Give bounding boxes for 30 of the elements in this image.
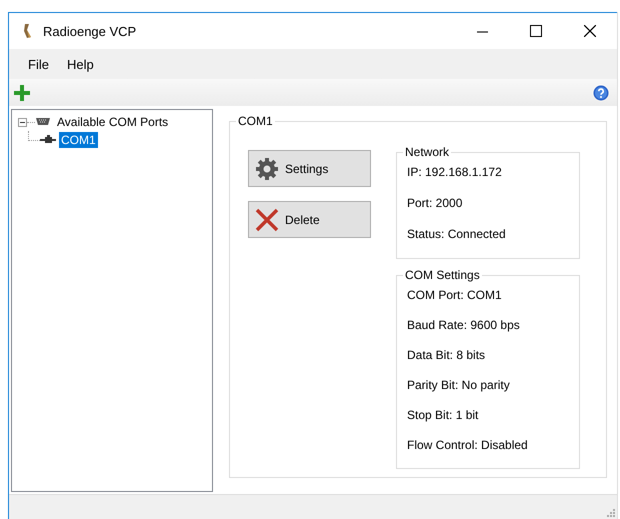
connector-icon	[40, 135, 56, 145]
group-title: COM1	[236, 114, 275, 128]
info-text: Baud Rate: 9600 bps	[407, 317, 521, 334]
collapse-icon[interactable]	[18, 118, 27, 126]
resize-grip-icon[interactable]	[607, 509, 615, 517]
delete-icon	[255, 208, 279, 232]
info-text: Status: Connected	[407, 226, 507, 243]
gear-icon	[255, 156, 279, 180]
menu-item[interactable]: File	[19, 56, 58, 72]
group-title: Network	[403, 145, 452, 159]
info-text: Parity Bit: No parity	[407, 377, 511, 394]
tree-item[interactable]: COM1	[59, 132, 98, 148]
app-icon	[23, 23, 33, 39]
maximize-icon	[530, 25, 542, 37]
info-text: Port: 2000	[407, 195, 464, 212]
info-text: Flow Control: Disabled	[407, 437, 529, 454]
info-text: IP: 192.168.1.172	[407, 164, 503, 181]
info-text: Data Bit: 8 bits	[407, 347, 486, 364]
settings-button[interactable]: Settings	[248, 150, 371, 187]
window-title: Radioenge VCP	[43, 24, 138, 38]
delete-button[interactable]: Delete	[248, 201, 371, 238]
info-text: Stop Bit: 1 bit	[407, 407, 480, 424]
info-text: COM Port: COM1	[407, 287, 503, 304]
group-title: COM Settings	[403, 268, 482, 282]
menu-item[interactable]: Help	[58, 56, 103, 72]
help-icon[interactable]	[593, 84, 609, 100]
serial-port-icon	[35, 117, 51, 127]
add-icon[interactable]	[13, 84, 31, 102]
tree-item[interactable]: Available COM Ports	[55, 114, 170, 130]
close-icon	[584, 25, 596, 37]
